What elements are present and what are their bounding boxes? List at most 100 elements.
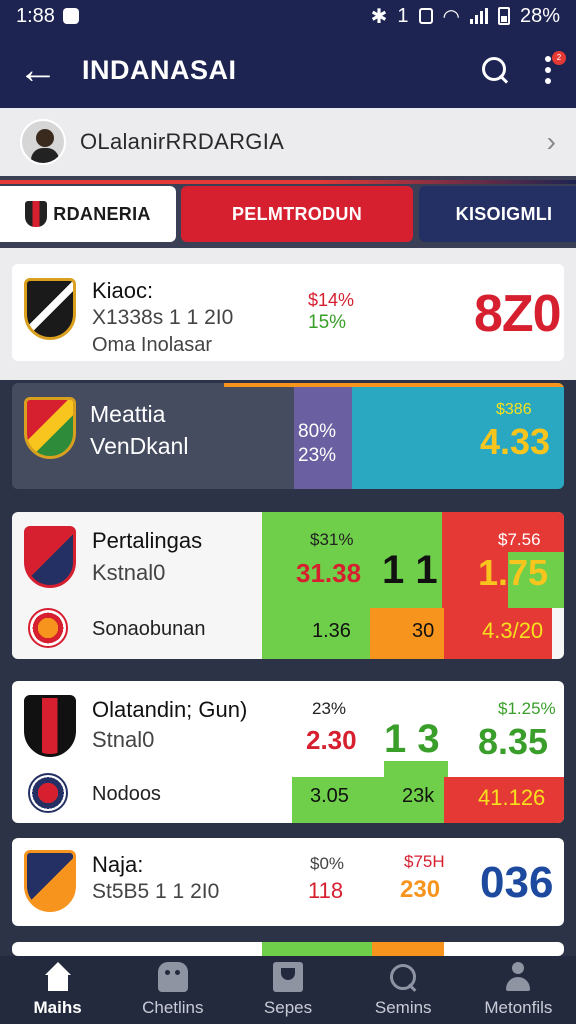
odds-cell-bg — [372, 942, 444, 956]
nfc-icon — [418, 8, 433, 24]
magnifier-icon — [388, 962, 418, 992]
odds-value-low: 4.3/20 — [482, 618, 544, 643]
search-icon[interactable] — [480, 55, 510, 85]
team-name: Naja: — [92, 852, 144, 877]
odds-label: $386 — [496, 401, 532, 418]
match-info: Stnal0 — [92, 727, 155, 752]
nav-item-sepes[interactable]: Sepes — [230, 956, 345, 1024]
score: 036 — [480, 858, 554, 907]
odds-value: 31.38 — [296, 558, 362, 588]
odds-value: 2.30 — [306, 725, 357, 755]
person-icon — [503, 962, 533, 992]
score-secondary: 30 — [412, 620, 435, 642]
team-name: Kiaoc: — [92, 278, 154, 303]
league-name: OLalanirRRDARGIA — [80, 129, 285, 154]
odds-value-low: 1.36 — [312, 620, 351, 642]
league-row[interactable]: OLalanirRRDARGIA › — [0, 108, 576, 176]
tab-bar-accent — [0, 180, 576, 184]
nav-label: Metonfils — [484, 998, 553, 1017]
nav-label: Chetlins — [142, 998, 204, 1017]
team-name: Meattia — [90, 401, 166, 427]
tab-rdaneria[interactable]: RDANERIA — [0, 186, 176, 242]
match-venue: Oma Inolasar — [92, 334, 213, 356]
score-secondary: 23k — [402, 785, 435, 807]
bottom-nav: Maihs Chetlins Sepes Semins Metonfils — [0, 956, 576, 1024]
match-info: Kstnal0 — [92, 560, 166, 585]
team-name: Olatandin; Gun) — [92, 697, 248, 722]
more-menu-icon[interactable]: 2 — [538, 51, 566, 87]
app-bar: ← INDANASAI 2 — [0, 32, 576, 108]
back-arrow-icon[interactable]: ← — [18, 50, 68, 90]
signal-label: 1 — [397, 4, 409, 27]
avatar — [20, 119, 66, 165]
team-crest-icon — [28, 773, 68, 813]
match-info: St5B5 1 1 2I0 — [92, 880, 220, 903]
tab-pelmtrodun[interactable]: PELMTRODUN — [181, 186, 413, 242]
nav-label: Sepes — [263, 998, 313, 1017]
notification-icon — [62, 8, 79, 24]
odds-value-low: 41.126 — [478, 785, 546, 810]
odds-percent-bottom: 15% — [308, 312, 347, 333]
tab-label: PELMTRODUN — [232, 203, 362, 224]
home-icon — [43, 962, 73, 992]
nav-item-chetlins[interactable]: Chetlins — [115, 956, 230, 1024]
team-name-secondary: Nodoos — [92, 783, 161, 805]
odds-value: 4.33 — [480, 421, 551, 462]
team-name-secondary: VenDkanl — [90, 433, 189, 459]
match-card[interactable]: Meattia VenDkanl 80% 23% $386 4.33 — [12, 383, 564, 489]
odds-percent-top: 80% — [298, 421, 337, 442]
team-crest-icon — [24, 850, 76, 912]
match-card[interactable]: Naja: St5B5 1 1 2I0 $0% 118 $75H 230 036 — [12, 838, 564, 926]
odds-label: $75H — [404, 852, 445, 871]
odds-value: 1.75 — [478, 552, 549, 593]
score: 8Z0 — [474, 285, 562, 343]
nav-item-matches[interactable]: Maihs — [0, 956, 115, 1024]
chevron-right-icon: › — [546, 126, 556, 157]
page-title: INDANASAI — [82, 54, 237, 85]
battery-level: 28% — [519, 4, 560, 27]
odds-value: 8.35 — [478, 721, 549, 762]
match-card[interactable]: Kiaoc: X1338s 1 1 2I0 Oma Inolasar $14% … — [12, 264, 564, 361]
flag-icon — [25, 201, 48, 227]
odds-cell-bg — [262, 942, 372, 956]
battery-icon — [497, 7, 510, 25]
nav-item-semins[interactable]: Semins — [346, 956, 461, 1024]
status-bar: 1:88 ✱ 1 ◠ 28% — [0, 0, 576, 32]
team-name-secondary: Sonaobunan — [92, 618, 206, 640]
tab-kisoigmli[interactable]: KISOIGMLI — [419, 186, 576, 242]
team-crest-icon — [24, 278, 76, 340]
match-info: X1338s 1 1 2I0 — [92, 306, 234, 329]
odds-label: $7.56 — [498, 530, 541, 549]
odds-value: 118 — [308, 878, 344, 903]
match-card[interactable]: Pertalingas Kstnal0 Sonaobunan $31% 31.3… — [12, 512, 564, 659]
match-card-partial[interactable] — [12, 942, 564, 956]
wifi-icon: ◠ — [442, 5, 460, 28]
status-time: 1:88 — [16, 4, 55, 27]
odds-percent-bottom: 23% — [298, 445, 337, 466]
nav-label: Maihs — [33, 998, 82, 1017]
odds-label: $1.25% — [498, 699, 556, 718]
team-crest-icon — [24, 695, 76, 757]
signal-icon — [469, 8, 488, 24]
odds-percent-top: $31% — [310, 530, 354, 549]
score: 1 1 — [382, 548, 438, 592]
bluetooth-icon: ✱ — [370, 5, 388, 28]
odds-cell-bg — [384, 761, 448, 777]
nav-label: Semins — [374, 998, 432, 1017]
cup-icon — [273, 962, 303, 992]
match-card[interactable]: Olatandin; Gun) Stnal0 Nodoos 23% 2.30 3… — [12, 681, 564, 823]
team-crest-icon — [28, 608, 68, 648]
score: 1 3 — [384, 717, 440, 761]
tab-label: RDANERIA — [53, 203, 151, 224]
odds-value-low: 3.05 — [310, 785, 349, 807]
nav-item-metonfils[interactable]: Metonfils — [461, 956, 576, 1024]
odds-value: 230 — [400, 876, 441, 903]
odds-percent-top: 23% — [312, 699, 347, 718]
odds-percent-top: $0% — [310, 854, 345, 873]
game-icon — [157, 962, 188, 992]
highlight-bar — [224, 383, 564, 387]
team-crest-icon — [24, 526, 76, 588]
odds-percent-top: $14% — [308, 290, 355, 310]
team-name: Pertalingas — [92, 528, 203, 553]
team-crest-icon — [24, 397, 76, 459]
